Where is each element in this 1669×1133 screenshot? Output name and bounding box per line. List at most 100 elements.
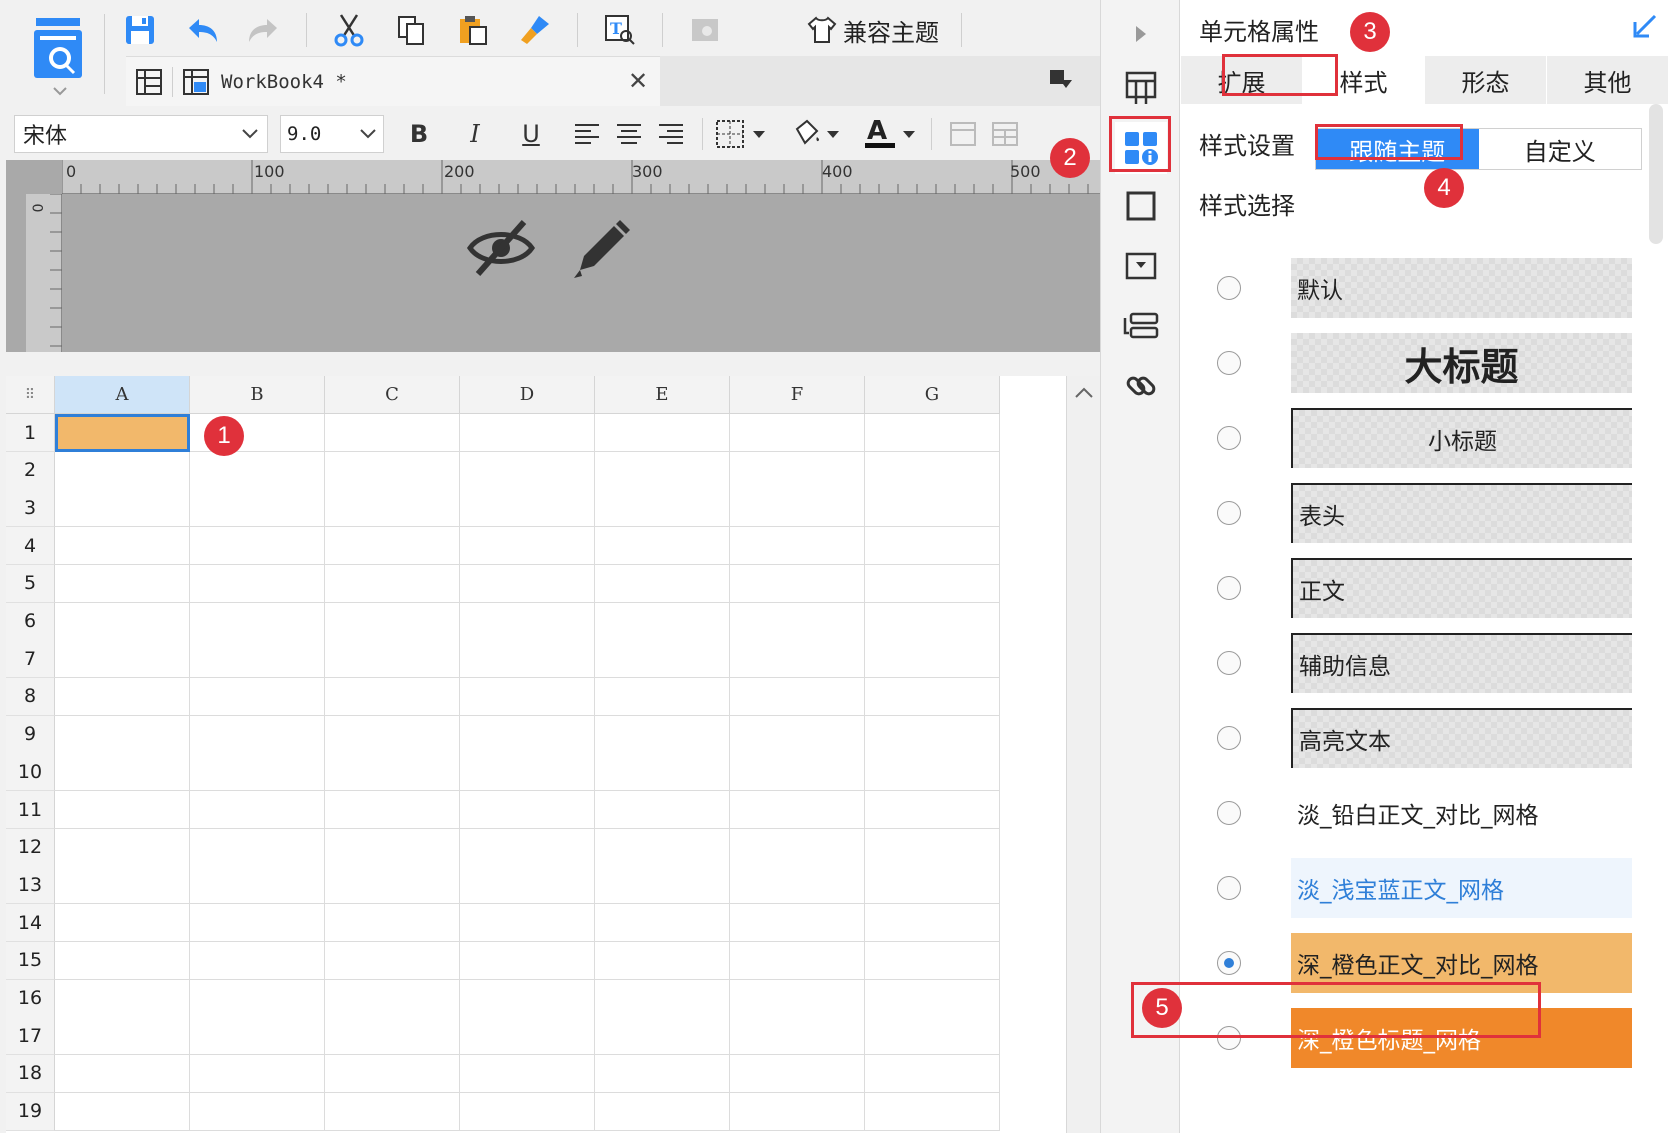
grid-cell[interactable] (730, 979, 865, 1018)
grid-cell[interactable] (865, 1092, 1000, 1131)
redo-icon[interactable] (244, 10, 284, 50)
grid-cell[interactable] (325, 677, 460, 716)
grid-cell[interactable] (730, 753, 865, 792)
style-preview[interactable]: 表头 (1291, 483, 1632, 543)
grid-cell[interactable] (730, 941, 865, 980)
grid-cell[interactable] (730, 602, 865, 641)
style-radio[interactable] (1217, 951, 1241, 975)
tab-workbook4[interactable]: WorkBook4 * ✕ (126, 56, 660, 106)
style-preview[interactable]: 淡_浅宝蓝正文_网格 (1291, 858, 1632, 918)
grid-cell[interactable] (190, 640, 325, 679)
grid-cell[interactable] (190, 904, 325, 943)
preview-logo[interactable] (6, 8, 106, 104)
grid-cell[interactable] (730, 527, 865, 566)
grid-cell[interactable] (55, 527, 190, 566)
grid-cell[interactable] (190, 564, 325, 603)
grid-cell[interactable] (730, 1017, 865, 1056)
grid-cell[interactable] (460, 1092, 595, 1131)
grid-cell[interactable] (190, 1054, 325, 1093)
grid-cell[interactable] (595, 677, 730, 716)
style-option[interactable]: 淡_铅白正文_对比_网格 (1181, 783, 1669, 845)
row-header[interactable]: 19 (6, 1092, 55, 1131)
grid-cell[interactable] (595, 904, 730, 943)
grid-cell[interactable] (55, 602, 190, 641)
grid-cell[interactable] (865, 979, 1000, 1018)
style-option[interactable]: 小标题 (1181, 408, 1669, 470)
style-preview[interactable]: 小标题 (1291, 408, 1632, 468)
font-color-icon[interactable]: A (861, 115, 921, 153)
grid-cell[interactable] (190, 715, 325, 754)
grid-cell[interactable] (865, 414, 1000, 452)
grid-cell[interactable] (190, 489, 325, 528)
grid-cell[interactable] (595, 866, 730, 905)
grid-cell[interactable] (325, 564, 460, 603)
grid-cell[interactable] (460, 979, 595, 1018)
style-radio[interactable] (1217, 276, 1241, 300)
bold-button[interactable]: B (398, 115, 440, 153)
grid-cell[interactable] (190, 1017, 325, 1056)
vertical-scrollbar[interactable] (1066, 376, 1100, 1133)
close-icon[interactable]: ✕ (628, 67, 648, 95)
grid-cell[interactable] (460, 791, 595, 829)
style-preview[interactable]: 淡_铅白正文_对比_网格 (1291, 783, 1632, 843)
grid-cell[interactable] (55, 1017, 190, 1056)
column-header[interactable]: E (595, 376, 730, 414)
grid-cell[interactable] (325, 451, 460, 490)
grid-cell[interactable] (460, 1054, 595, 1093)
hide-eye-icon[interactable] (466, 216, 536, 280)
grid-cell[interactable] (325, 1017, 460, 1056)
style-option[interactable]: 大标题 (1181, 333, 1669, 395)
row-header[interactable]: 5 (6, 564, 55, 603)
row-header[interactable]: 9 (6, 715, 55, 754)
grid-cell[interactable] (595, 414, 730, 452)
tab-other[interactable]: 其他 (1547, 56, 1669, 104)
grid-cell[interactable] (190, 979, 325, 1018)
grid-cell[interactable] (595, 791, 730, 829)
grid-cell[interactable] (730, 564, 865, 603)
grid-cell[interactable] (595, 828, 730, 867)
grid-cell[interactable] (190, 941, 325, 980)
grid-cell[interactable] (55, 677, 190, 716)
row-header[interactable]: 13 (6, 866, 55, 905)
grid-cell[interactable] (730, 1054, 865, 1093)
style-radio[interactable] (1217, 876, 1241, 900)
grid-cell[interactable] (865, 602, 1000, 641)
grid-cell[interactable] (325, 715, 460, 754)
grid-cell[interactable] (865, 489, 1000, 528)
grid-cell[interactable] (190, 451, 325, 490)
scroll-up-icon[interactable] (1067, 376, 1101, 410)
style-radio[interactable] (1217, 351, 1241, 375)
style-radio[interactable] (1217, 576, 1241, 600)
grid-cell[interactable] (865, 451, 1000, 490)
grid-cell[interactable] (460, 1017, 595, 1056)
grid-cell[interactable] (325, 904, 460, 943)
grid-cell[interactable] (325, 753, 460, 792)
grid-cell[interactable] (460, 904, 595, 943)
row-header[interactable]: 8 (6, 677, 55, 716)
grid-cell[interactable] (190, 828, 325, 867)
grid-cell[interactable] (460, 866, 595, 905)
row-header[interactable]: 10 (6, 753, 55, 792)
style-radio[interactable] (1217, 501, 1241, 525)
fill-color-icon[interactable] (787, 115, 847, 153)
grid-cell[interactable] (595, 489, 730, 528)
format-painter-icon[interactable] (515, 10, 555, 50)
grid-cell[interactable] (55, 451, 190, 490)
grid-cell[interactable] (55, 489, 190, 528)
row-header[interactable]: 15 (6, 941, 55, 980)
grid-cell[interactable] (325, 640, 460, 679)
grid-cell[interactable] (595, 451, 730, 490)
align-left-icon[interactable] (566, 115, 608, 153)
grid-cell[interactable] (730, 1092, 865, 1131)
grid-cell[interactable] (325, 1054, 460, 1093)
grid-cell[interactable] (55, 866, 190, 905)
grid-cell[interactable] (190, 866, 325, 905)
grid-cell[interactable] (595, 1017, 730, 1056)
grid-cell[interactable] (325, 828, 460, 867)
grid-cell[interactable] (325, 489, 460, 528)
grid-cell[interactable] (325, 527, 460, 566)
grid-cell[interactable] (460, 715, 595, 754)
grid-cell[interactable] (460, 640, 595, 679)
grid-cell[interactable] (55, 1054, 190, 1093)
grid-cell[interactable] (460, 941, 595, 980)
